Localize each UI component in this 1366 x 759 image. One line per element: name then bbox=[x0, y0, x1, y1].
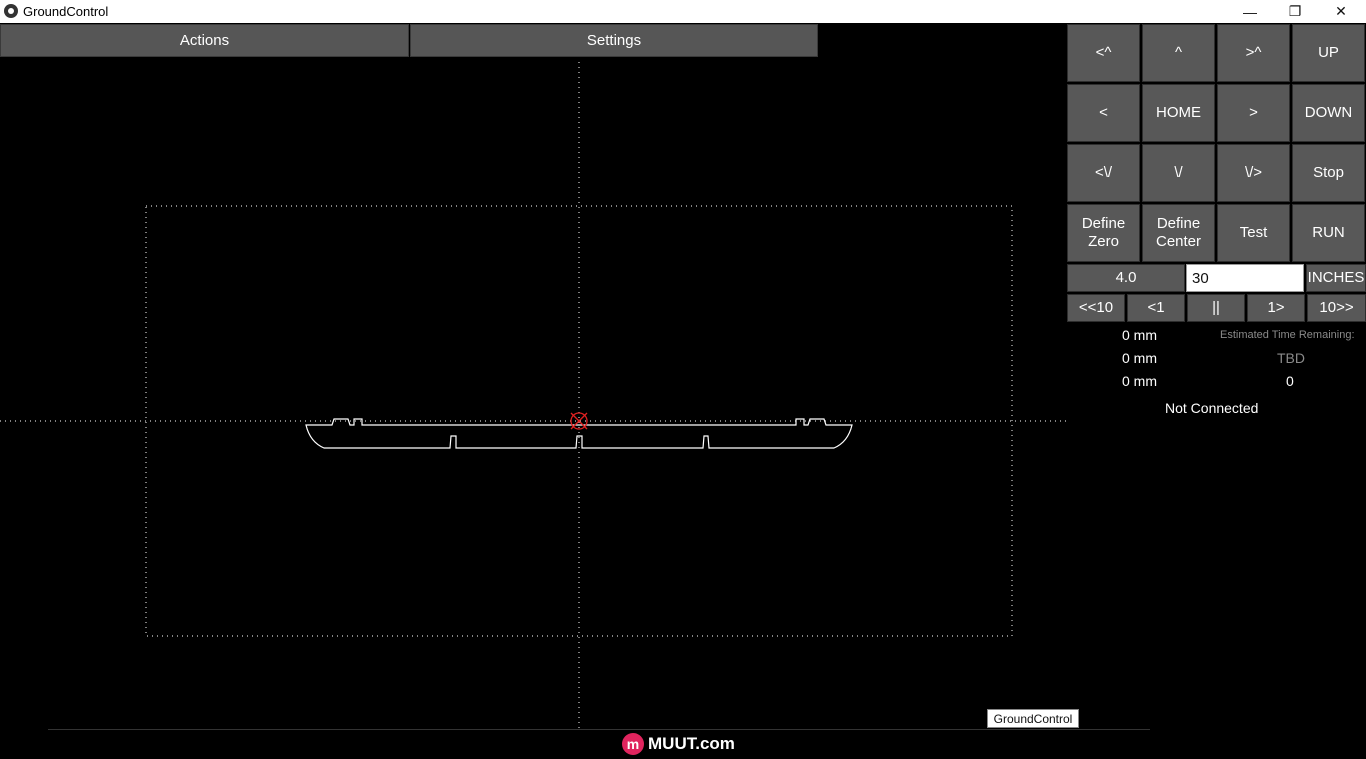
line-number-readout: 0 bbox=[1286, 373, 1294, 389]
bottom-divider bbox=[48, 729, 1150, 730]
forward-10-button[interactable]: 10>> bbox=[1307, 294, 1366, 322]
test-button[interactable]: Test bbox=[1217, 204, 1290, 262]
z-up-button[interactable]: UP bbox=[1292, 24, 1365, 82]
brand-watermark: m MUUT.com bbox=[622, 732, 735, 756]
move-up-right-button[interactable]: >^ bbox=[1217, 24, 1290, 82]
units-button[interactable]: INCHES bbox=[1306, 264, 1366, 292]
x-position-readout: 0 mm bbox=[1122, 327, 1157, 343]
z-down-button[interactable]: DOWN bbox=[1292, 84, 1365, 142]
pause-button[interactable]: || bbox=[1187, 294, 1245, 322]
connection-status: Not Connected bbox=[1165, 400, 1259, 416]
distance-input[interactable]: 30 bbox=[1186, 264, 1304, 292]
maximize-button[interactable]: ❐ bbox=[1272, 0, 1318, 23]
move-down-right-button[interactable]: \/> bbox=[1217, 144, 1290, 202]
run-button[interactable]: RUN bbox=[1292, 204, 1365, 262]
cut-canvas[interactable] bbox=[0, 58, 1066, 730]
brand-logo-icon: m bbox=[622, 733, 644, 755]
window-title: GroundControl bbox=[23, 4, 109, 19]
y-position-readout: 0 mm bbox=[1122, 350, 1157, 366]
move-down-left-button[interactable]: <\/ bbox=[1067, 144, 1140, 202]
settings-button[interactable]: Settings bbox=[410, 24, 818, 57]
minimize-button[interactable]: — bbox=[1227, 0, 1273, 23]
z-position-readout: 0 mm bbox=[1122, 373, 1157, 389]
back-1-button[interactable]: <1 bbox=[1127, 294, 1185, 322]
home-button[interactable]: HOME bbox=[1142, 84, 1215, 142]
move-up-left-button[interactable]: <^ bbox=[1067, 24, 1140, 82]
brand-text: MUUT.com bbox=[648, 734, 735, 753]
part-outline bbox=[305, 418, 853, 449]
app-icon bbox=[4, 4, 18, 18]
close-button[interactable]: ✕ bbox=[1318, 0, 1364, 23]
forward-1-button[interactable]: 1> bbox=[1247, 294, 1305, 322]
title-bar: GroundControl — ❐ ✕ bbox=[0, 0, 1366, 23]
taskbar-tooltip: GroundControl bbox=[987, 709, 1079, 728]
define-center-button[interactable]: Define Center bbox=[1142, 204, 1215, 262]
move-right-button[interactable]: > bbox=[1217, 84, 1290, 142]
estimated-time-label: Estimated Time Remaining: bbox=[1220, 329, 1355, 341]
control-panel: <^ ^ >^ UP < HOME > DOWN <\/ \/ \/> Stop… bbox=[1066, 23, 1366, 443]
move-up-button[interactable]: ^ bbox=[1142, 24, 1215, 82]
move-down-button[interactable]: \/ bbox=[1142, 144, 1215, 202]
actions-button[interactable]: Actions bbox=[0, 24, 409, 57]
step-size-button[interactable]: 4.0 bbox=[1067, 264, 1185, 292]
define-zero-button[interactable]: Define Zero bbox=[1067, 204, 1140, 262]
move-left-button[interactable]: < bbox=[1067, 84, 1140, 142]
estimated-time-value: TBD bbox=[1277, 350, 1305, 366]
back-10-button[interactable]: <<10 bbox=[1067, 294, 1125, 322]
tool-position-marker bbox=[570, 412, 588, 430]
stop-button[interactable]: Stop bbox=[1292, 144, 1365, 202]
